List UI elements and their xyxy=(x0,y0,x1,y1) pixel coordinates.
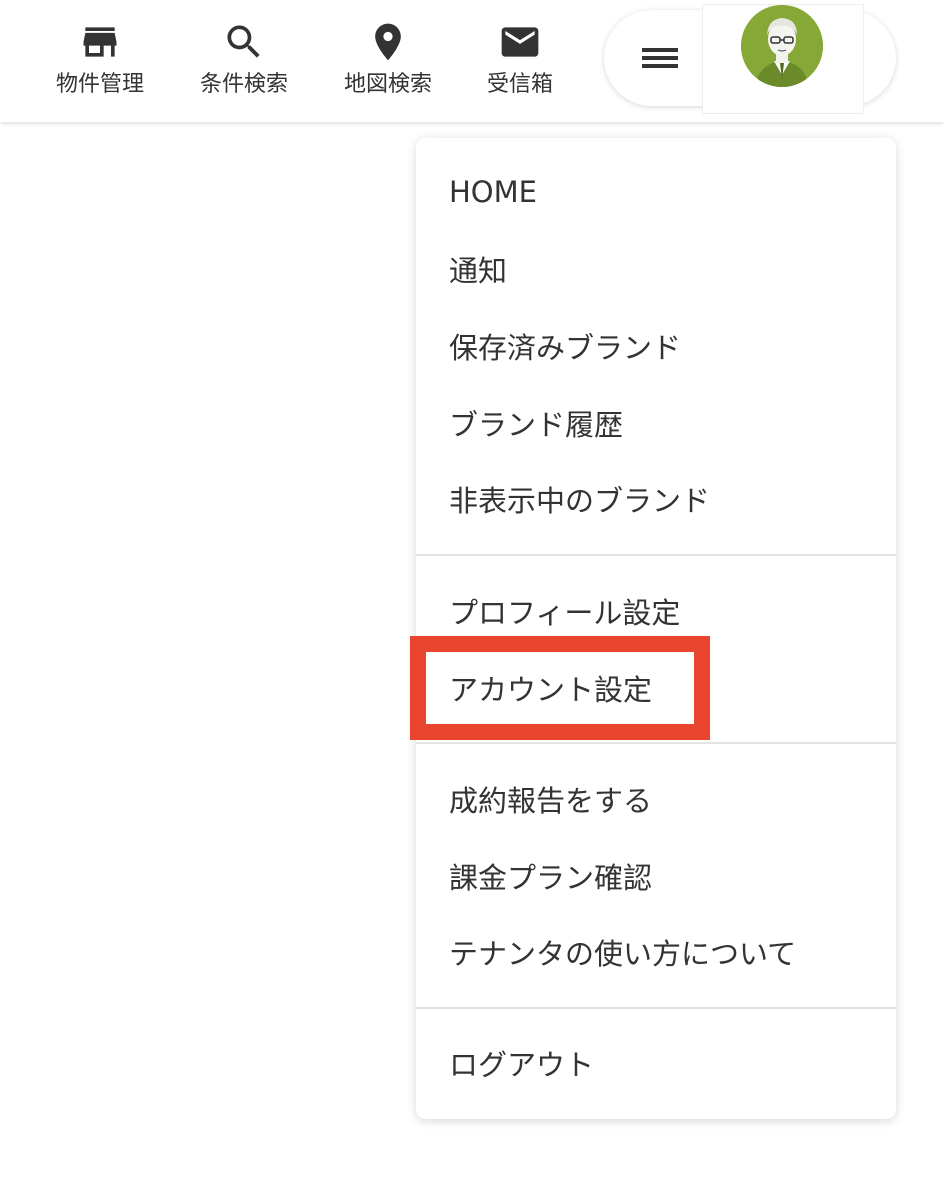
menu-divider xyxy=(416,742,896,744)
mail-icon xyxy=(498,20,542,64)
nav-label: 条件検索 xyxy=(199,72,288,97)
nav-map-search[interactable]: 地図検索 xyxy=(328,0,448,122)
nav-label: 地図検索 xyxy=(343,72,432,97)
store-icon xyxy=(78,20,122,64)
menu-item-account-settings[interactable]: アカウント設定 xyxy=(416,658,896,718)
avatar[interactable] xyxy=(741,5,823,87)
menu-item-brand-history[interactable]: ブランド履歴 xyxy=(416,393,896,453)
nav-inbox[interactable]: 受信箱 xyxy=(460,0,580,122)
menu-divider xyxy=(416,554,896,556)
nav-label: 物件管理 xyxy=(55,72,144,97)
nav-property-management[interactable]: 物件管理 xyxy=(40,0,160,122)
menu-item-logout[interactable]: ログアウト xyxy=(416,1033,896,1093)
menu-item-how-to-use[interactable]: テナンタの使い方について xyxy=(416,922,896,982)
user-avatar-illustration xyxy=(741,5,823,87)
user-menu-button[interactable] xyxy=(604,4,896,114)
top-navigation-bar: 物件管理 条件検索 地図検索 受信箱 xyxy=(0,0,944,122)
menu-item-profile-settings[interactable]: プロフィール設定 xyxy=(416,581,896,641)
menu-item-hidden-brands[interactable]: 非表示中のブランド xyxy=(416,469,896,529)
menu-item-billing-plan[interactable]: 課金プラン確認 xyxy=(416,846,896,906)
menu-divider xyxy=(416,1007,896,1009)
user-dropdown-menu: HOME 通知 保存済みブランド ブランド履歴 非表示中のブランド プロフィール… xyxy=(416,138,896,1119)
menu-item-saved-brands[interactable]: 保存済みブランド xyxy=(416,316,896,376)
menu-item-notifications[interactable]: 通知 xyxy=(416,239,896,299)
location-pin-icon xyxy=(366,20,410,64)
nav-condition-search[interactable]: 条件検索 xyxy=(184,0,304,122)
avatar-container xyxy=(702,4,864,114)
menu-item-home[interactable]: HOME xyxy=(416,162,896,222)
nav-label: 受信箱 xyxy=(486,72,553,97)
search-icon xyxy=(222,20,266,64)
hamburger-menu-icon[interactable] xyxy=(634,38,686,78)
menu-item-report-contract[interactable]: 成約報告をする xyxy=(416,769,896,829)
